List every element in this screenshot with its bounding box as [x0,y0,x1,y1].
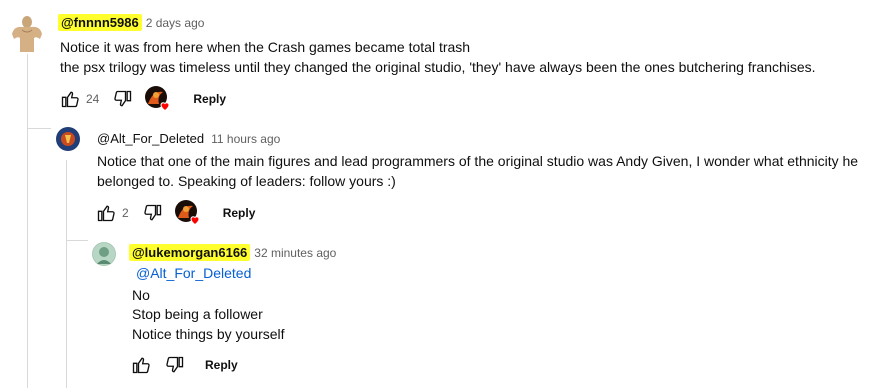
creator-heart-icon [190,216,200,226]
creator-heart[interactable] [174,200,201,226]
comment-author[interactable]: @Alt_For_Deleted [94,130,207,147]
avatar[interactable] [56,127,80,151]
comment-author[interactable]: @fnnnn5986 [58,14,142,31]
avatar-figure-icon [12,16,42,52]
avatar-badge-icon [57,128,79,150]
comment-timestamp[interactable]: 32 minutes ago [254,246,336,260]
comment-actions: 24 Reply [60,85,238,113]
mention-link[interactable]: @Alt_For_Deleted [136,265,251,281]
thread-line-main [27,52,28,388]
comment-text-line: No [132,287,150,303]
dislike-icon[interactable] [165,355,185,375]
comment-timestamp[interactable]: 2 days ago [146,16,205,30]
comment-text-line: belonged to. Speaking of leaders: follow… [97,173,396,189]
comment-text-line: Stop being a follower [132,306,263,322]
creator-heart[interactable] [145,86,171,112]
dislike-icon[interactable] [143,203,163,223]
comment-text-line: Notice that one of the main figures and … [97,153,859,169]
thread-connector-2 [66,240,88,241]
like-icon[interactable] [131,355,151,375]
thread-line-reply [66,160,67,388]
comment-text-line: Notice things by yourself [132,326,285,342]
reply-button[interactable]: Reply [211,200,268,226]
creator-heart-icon [160,102,170,112]
avatar[interactable] [6,12,48,54]
avatar[interactable] [92,242,116,266]
like-count: 2 [122,206,129,220]
reply-button[interactable]: Reply [181,86,238,112]
comment-actions: Reply [131,351,250,379]
dislike-icon[interactable] [113,89,133,109]
thread-connector-1 [27,128,51,129]
comment-text-line: the psx trilogy was timeless until they … [60,59,816,75]
like-icon[interactable] [96,203,116,223]
comment-actions: 2 Reply [96,199,267,227]
comment-author[interactable]: @lukemorgan6166 [129,244,251,261]
avatar-character-icon [93,243,115,265]
comment-text-line: Notice it was from here when the Crash g… [60,39,471,55]
reply-button[interactable]: Reply [193,352,250,378]
like-count: 24 [86,92,100,106]
like-icon[interactable] [60,89,80,109]
comment-timestamp[interactable]: 11 hours ago [211,132,280,146]
